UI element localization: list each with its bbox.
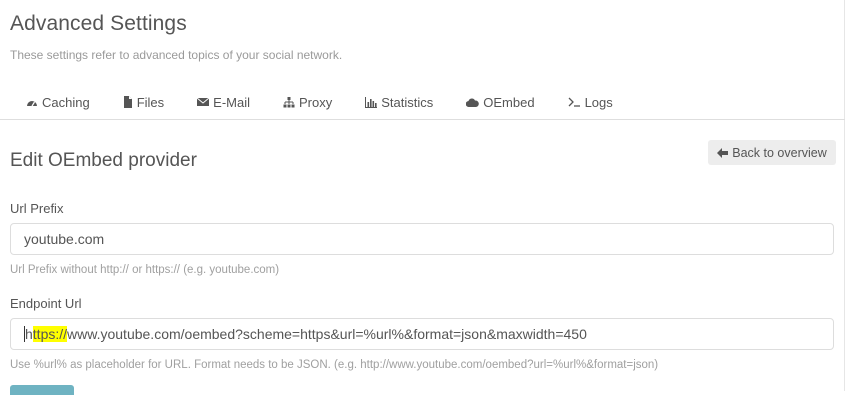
tab-label: Files <box>136 94 165 110</box>
page-title: Advanced Settings <box>10 12 187 35</box>
url-prefix-label: Url Prefix <box>10 201 64 216</box>
cloud-icon <box>466 98 480 107</box>
section-title: Edit OEmbed provider <box>10 150 197 171</box>
page-subtitle: These settings refer to advanced topics … <box>10 48 343 62</box>
endpoint-value-start: h <box>25 326 33 342</box>
url-prefix-hint: Url Prefix without http:// or https:// (… <box>10 264 280 276</box>
tab-label: OEmbed <box>483 94 535 110</box>
terminal-icon <box>568 97 580 107</box>
tab-statistics[interactable]: Statistics <box>365 95 433 110</box>
tab-oembed[interactable]: OEmbed <box>466 94 535 110</box>
endpoint-url-hint: Use %url% as placeholder for URL. Format… <box>10 359 659 371</box>
tab-label: Logs <box>584 94 613 110</box>
tab-label: Caching <box>42 94 90 110</box>
tab-caching[interactable]: Caching <box>26 95 90 110</box>
envelope-icon <box>197 97 210 106</box>
bar-chart-icon <box>365 96 378 108</box>
arrow-left-icon <box>717 147 729 158</box>
save-button[interactable] <box>10 385 74 395</box>
tab-proxy[interactable]: Proxy <box>283 95 332 110</box>
url-prefix-input[interactable]: youtube.com <box>10 223 834 255</box>
back-to-overview-button[interactable]: Back to overview <box>708 140 836 165</box>
tab-logs[interactable]: Logs <box>568 95 613 110</box>
file-icon <box>123 96 132 108</box>
endpoint-url-input[interactable]: h ttps://www.youtube.com/oembed?scheme=ht… <box>10 318 834 350</box>
content-border <box>844 0 845 391</box>
back-button-label: Back to overview <box>732 145 827 160</box>
page-header: Advanced Settings These settings refer t… <box>10 12 342 62</box>
tab-label: Statistics <box>381 94 434 110</box>
dashboard-icon <box>27 100 37 106</box>
tab-email[interactable]: E-Mail <box>197 95 250 110</box>
endpoint-url-label: Endpoint Url <box>10 296 82 311</box>
settings-tabs: Caching Files E-Mail Proxy Statistics OE… <box>26 92 646 112</box>
sitemap-icon <box>283 96 295 107</box>
tab-files[interactable]: Files <box>123 95 164 110</box>
url-prefix-value: youtube.com <box>24 231 105 247</box>
tab-label: E-Mail <box>213 94 250 110</box>
tab-label: Proxy <box>299 94 333 110</box>
endpoint-value-selection: ttps:// <box>32 326 68 342</box>
tabs-divider <box>0 119 845 120</box>
endpoint-value-rest: www.youtube.com/oembed?scheme=https&url=… <box>67 326 587 342</box>
